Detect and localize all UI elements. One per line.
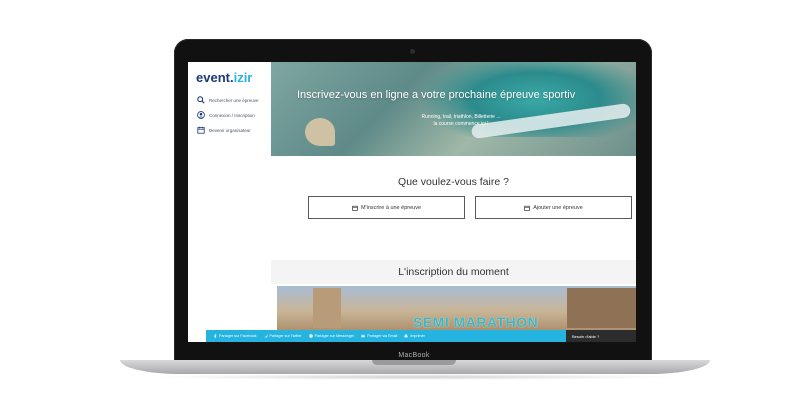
email-icon bbox=[361, 334, 365, 338]
camera-icon bbox=[410, 49, 415, 54]
share-label: Partager via Email bbox=[367, 334, 398, 338]
add-event-button-label: Ajouter une épreuve bbox=[533, 204, 583, 211]
featured-heading: L'inscription du moment bbox=[398, 266, 509, 278]
print-button[interactable]: Imprimer bbox=[404, 334, 425, 338]
user-icon bbox=[196, 111, 205, 120]
search-icon bbox=[196, 96, 205, 105]
share-twitter-button[interactable]: Partager sur Twitter bbox=[263, 334, 302, 338]
add-event-button[interactable]: Ajouter une épreuve bbox=[475, 196, 632, 219]
register-button[interactable]: M'inscrire à une épreuve bbox=[308, 196, 465, 219]
share-label: Partager sur Twitter bbox=[269, 334, 302, 338]
help-button[interactable]: Besoin d'aide ? bbox=[566, 330, 636, 342]
main-content: Inscrivez-vous en ligne a votre prochain… bbox=[271, 62, 636, 342]
hero-banner: Inscrivez-vous en ligne a votre prochain… bbox=[271, 62, 636, 156]
device-label: MacBook bbox=[398, 352, 430, 359]
share-label: Partager sur Facebook bbox=[219, 334, 257, 338]
logo-text-part1: event. bbox=[196, 70, 234, 85]
share-label: Imprimer bbox=[410, 334, 425, 338]
twitter-icon bbox=[263, 334, 268, 338]
register-button-label: M'inscrire à une épreuve bbox=[360, 204, 422, 211]
device-shadow bbox=[150, 374, 680, 380]
hero-subtitle-line1: Running, trail, triathlon, Billetterie .… bbox=[421, 114, 501, 120]
site-logo[interactable]: event.izir bbox=[196, 70, 252, 85]
sidebar-item-search[interactable]: Rechercher une épreuve bbox=[196, 94, 259, 106]
share-label: Partager sur Messenger bbox=[314, 334, 355, 338]
action-question: Que voulez-vous faire ? bbox=[398, 176, 509, 188]
featured-event-title: SEMI MARATHON bbox=[413, 314, 539, 330]
event-castle-image bbox=[567, 288, 636, 328]
hero-cone-image bbox=[305, 118, 335, 146]
calendar-icon bbox=[352, 205, 358, 211]
calendar-icon bbox=[196, 126, 205, 135]
screen: event.izir Rechercher une épreuve Connex… bbox=[188, 62, 636, 342]
event-tower-image bbox=[313, 288, 341, 328]
share-messenger-button[interactable]: Partager sur Messenger bbox=[308, 334, 355, 338]
share-bar: Partager sur Facebook Partager sur Twitt… bbox=[206, 330, 636, 342]
sidebar-item-organizer[interactable]: Devenir organisateur bbox=[196, 124, 251, 136]
hero-title: Inscrivez-vous en ligne a votre prochain… bbox=[297, 89, 576, 101]
share-email-button[interactable]: Partager via Email bbox=[361, 334, 397, 338]
facebook-icon bbox=[213, 334, 217, 338]
share-facebook-button[interactable]: Partager sur Facebook bbox=[213, 334, 257, 338]
sidebar-item-label: Rechercher une épreuve bbox=[209, 97, 259, 103]
messenger-icon bbox=[308, 334, 313, 338]
hero-subtitle: Running, trail, triathlon, Billetterie .… bbox=[411, 114, 511, 128]
sidebar-item-login[interactable]: Connexion / Inscription bbox=[196, 109, 255, 121]
hero-subtitle-line2: la course commence ici ! bbox=[433, 121, 489, 127]
logo-text-part2: izir bbox=[233, 70, 253, 85]
print-icon bbox=[404, 334, 408, 338]
sidebar-item-label: Connexion / Inscription bbox=[209, 112, 255, 118]
sidebar-item-label: Devenir organisateur bbox=[209, 127, 251, 133]
sidebar: event.izir Rechercher une épreuve Connex… bbox=[188, 62, 272, 342]
calendar-icon bbox=[524, 205, 530, 211]
